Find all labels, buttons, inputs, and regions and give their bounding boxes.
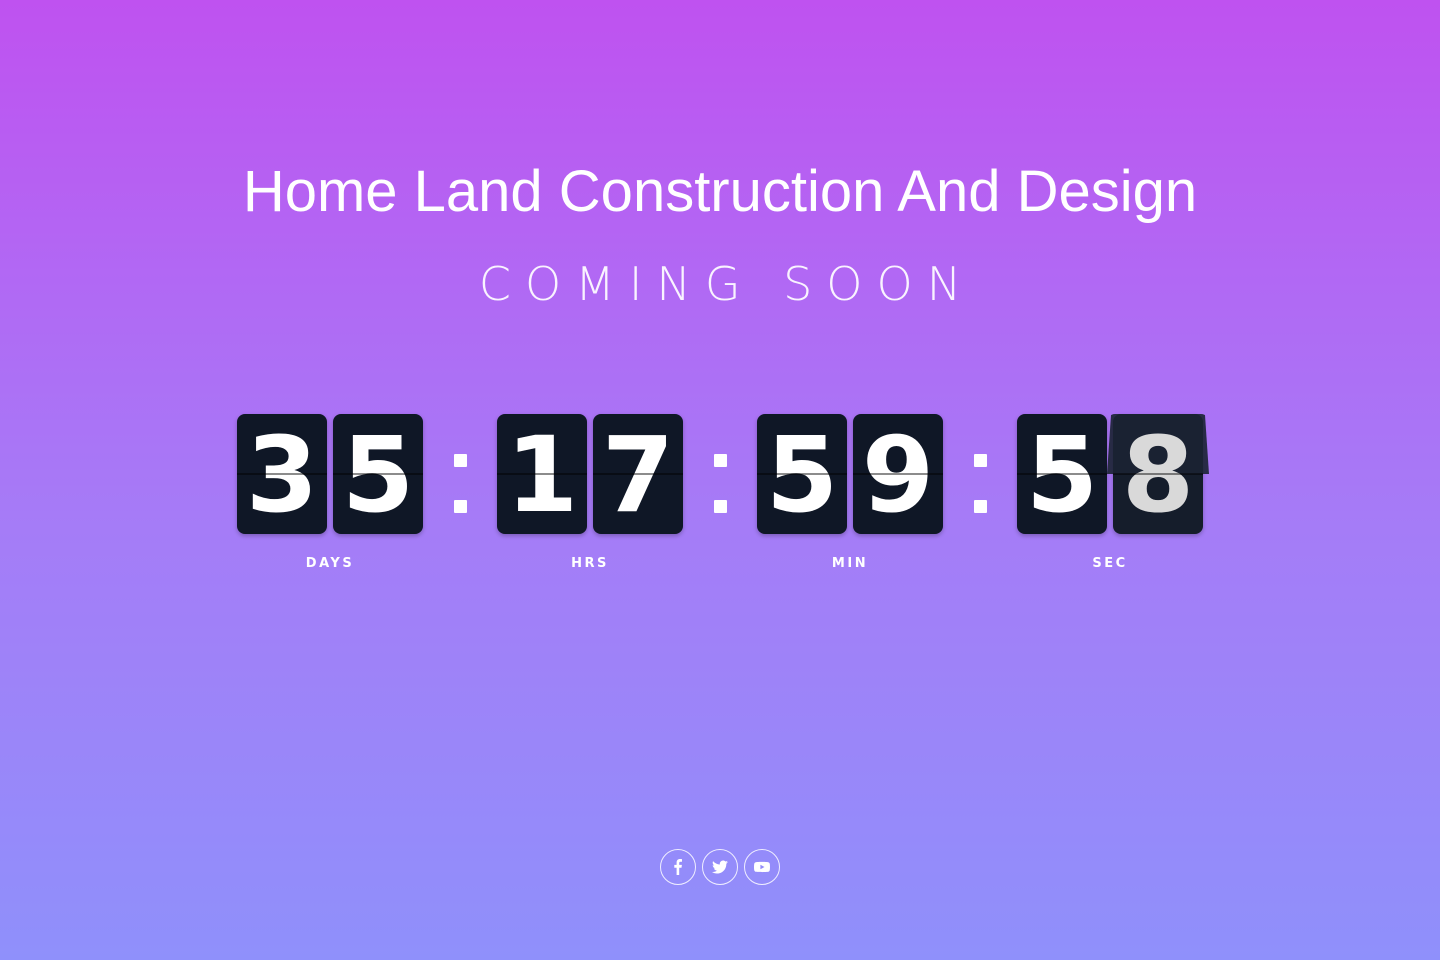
separator-colon — [683, 414, 757, 534]
seconds-tens-digit: 5 — [1017, 414, 1107, 534]
social-links — [660, 849, 780, 885]
facebook-link[interactable] — [660, 849, 696, 885]
separator-colon — [943, 414, 1017, 534]
countdown-seconds: 5 8 SEC — [1017, 414, 1209, 574]
seconds-label: SEC — [1092, 556, 1128, 571]
facebook-icon — [674, 859, 682, 875]
days-ones-digit: 5 — [333, 414, 423, 534]
minutes-label: MIN — [831, 556, 869, 571]
hours-tens-digit: 1 — [497, 414, 587, 534]
twitter-icon — [712, 860, 728, 874]
countdown-days: 3 5 DAYS — [237, 414, 423, 574]
countdown-clock: 3 5 DAYS 1 7 HRS 5 9 MIN 5 8 SEC — [237, 414, 1217, 574]
days-tens-digit: 3 — [237, 414, 327, 534]
coming-soon-subtitle: COMING SOON — [478, 257, 976, 311]
minutes-ones-digit: 9 — [853, 414, 943, 534]
minutes-tens-digit: 5 — [757, 414, 847, 534]
seconds-ones-digit: 8 — [1107, 414, 1209, 536]
youtube-icon — [754, 861, 770, 873]
page-title: Home Land Construction And Design — [242, 159, 1198, 224]
hours-ones-digit: 7 — [593, 414, 683, 534]
separator-colon — [423, 414, 497, 534]
countdown-hours: 1 7 HRS — [497, 414, 683, 574]
days-label: DAYS — [305, 556, 355, 571]
countdown-minutes: 5 9 MIN — [757, 414, 943, 574]
hours-label: HRS — [571, 556, 609, 571]
youtube-link[interactable] — [744, 849, 780, 885]
twitter-link[interactable] — [702, 849, 738, 885]
